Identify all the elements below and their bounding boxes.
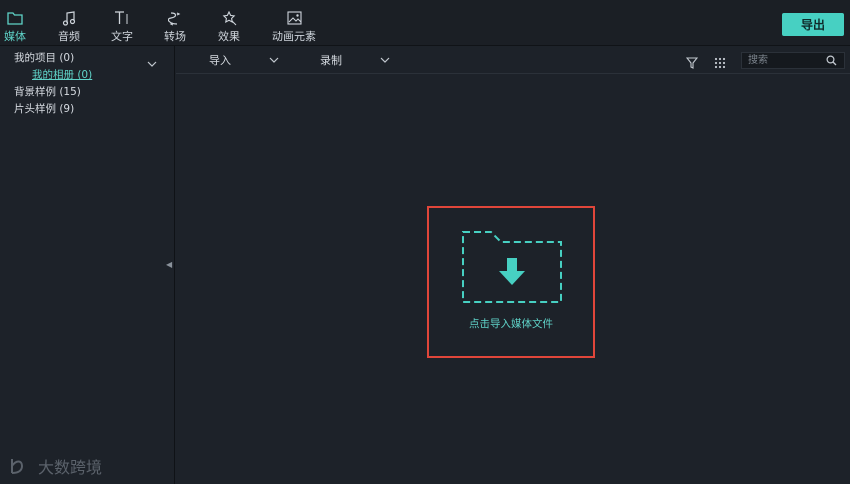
filter-icon[interactable]	[685, 54, 699, 73]
export-button[interactable]: 导出	[782, 13, 844, 36]
tab-audio-label: 音频	[58, 30, 80, 43]
dropzone-hint: 点击导入媒体文件	[469, 318, 553, 330]
collapse-sidebar-icon[interactable]: ◀	[166, 260, 172, 269]
import-label: 导入	[209, 54, 231, 67]
chevron-down-icon	[380, 57, 390, 63]
search-box	[741, 52, 845, 69]
media-library-panel: 导入 录制 点击导入媒体文件	[176, 46, 850, 484]
content-toolbar: 导入 录制	[176, 46, 850, 74]
tab-text[interactable]: 文字	[111, 10, 133, 44]
tab-media-label: 媒体	[4, 30, 26, 43]
transition-icon	[168, 10, 182, 26]
tab-effects-label: 效果	[218, 30, 240, 43]
search-icon[interactable]	[826, 51, 837, 70]
tab-transition[interactable]: 转场	[164, 10, 186, 44]
folder-download-icon	[462, 231, 562, 303]
grid-view-icon[interactable]	[714, 54, 726, 73]
tree-item-background-samples[interactable]: 背景样例 (15)	[14, 84, 81, 99]
import-media-dropzone[interactable]: 点击导入媒体文件	[427, 206, 595, 358]
tab-text-label: 文字	[111, 30, 133, 43]
chevron-down-icon[interactable]	[147, 52, 157, 71]
effects-icon	[222, 10, 237, 26]
text-icon	[114, 10, 130, 26]
search-input[interactable]	[742, 53, 826, 68]
top-toolbar: 媒体 音频 文字 转场 效果 动画元素 导出	[0, 0, 850, 46]
tree-item-my-projects[interactable]: 我的项目 (0)	[14, 50, 74, 65]
tree-item-intro-samples[interactable]: 片头样例 (9)	[14, 101, 74, 116]
record-dropdown[interactable]: 录制	[320, 52, 390, 68]
tab-effects[interactable]: 效果	[218, 10, 240, 44]
logo-icon	[11, 459, 24, 474]
tab-animation-elements[interactable]: 动画元素	[272, 10, 316, 44]
tab-animation-elements-label: 动画元素	[272, 30, 316, 43]
record-label: 录制	[320, 54, 342, 67]
import-dropdown[interactable]: 导入	[209, 52, 279, 68]
tab-audio[interactable]: 音频	[58, 10, 80, 44]
chevron-down-icon	[269, 57, 279, 63]
tab-media[interactable]: 媒体	[4, 10, 26, 44]
tab-transition-label: 转场	[164, 30, 186, 43]
tree-item-my-album[interactable]: 我的相册 (0)	[32, 67, 92, 82]
music-note-icon	[62, 10, 76, 26]
watermark: 大数跨境	[8, 454, 102, 478]
image-icon	[286, 10, 302, 26]
watermark-text: 大数跨境	[38, 458, 103, 477]
media-sidebar: 我的项目 (0) 我的相册 (0) 背景样例 (15) 片头样例 (9) ◀	[0, 46, 175, 484]
folder-icon	[7, 10, 23, 26]
